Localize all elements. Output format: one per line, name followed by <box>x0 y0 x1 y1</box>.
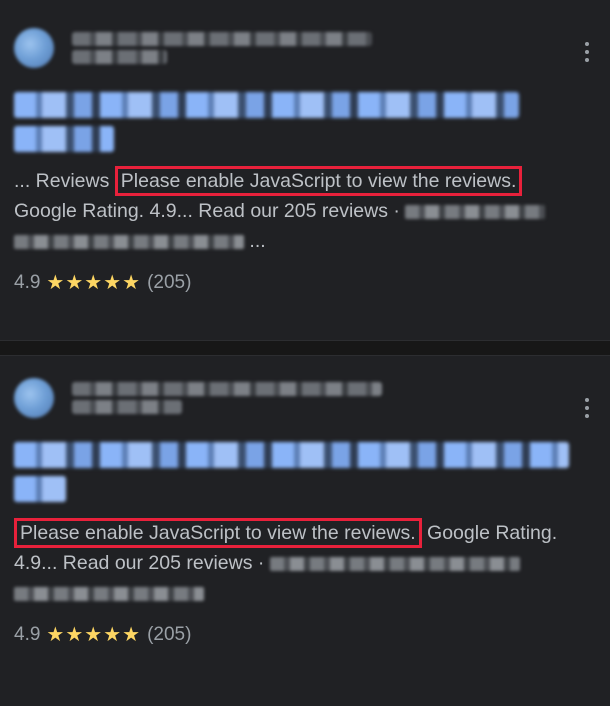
result-title-redacted[interactable] <box>14 442 596 502</box>
snippet-text: ... Reviews <box>14 170 110 192</box>
rating-row: 4.9 ★★★★★ (205) <box>14 270 596 295</box>
rating-value: 4.9 <box>14 271 41 293</box>
result-snippet: ... Reviews Please enable JavaScript to … <box>14 166 596 256</box>
site-header[interactable] <box>14 28 596 78</box>
redacted-text <box>14 234 244 249</box>
site-favicon <box>14 378 54 418</box>
highlighted-message: Please enable JavaScript to view the rev… <box>114 166 523 196</box>
site-name-url <box>72 28 372 68</box>
snippet-text: 4.9... Read our 205 reviews · <box>14 552 265 574</box>
more-vert-icon[interactable] <box>584 398 590 418</box>
more-vert-icon[interactable] <box>584 42 590 62</box>
rating-row: 4.9 ★★★★★ (205) <box>14 622 596 647</box>
site-header[interactable] <box>14 378 596 428</box>
site-url-redacted <box>72 400 182 414</box>
site-name-redacted <box>72 32 372 46</box>
snippet-text: Google Rating. <box>427 522 558 544</box>
result-title-redacted[interactable] <box>14 92 596 152</box>
result-snippet: Please enable JavaScript to view the rev… <box>14 518 596 608</box>
rating-value: 4.9 <box>14 623 41 645</box>
redacted-text <box>14 586 204 601</box>
review-count: (205) <box>147 623 192 645</box>
review-count: (205) <box>147 271 192 293</box>
search-result: Please enable JavaScript to view the rev… <box>0 356 610 706</box>
site-url-redacted <box>72 50 167 64</box>
search-result: ... Reviews Please enable JavaScript to … <box>0 0 610 340</box>
site-favicon <box>14 28 54 68</box>
star-icon: ★★★★★ <box>46 272 142 294</box>
site-name-redacted <box>72 382 382 396</box>
star-icon: ★★★★★ <box>46 624 142 646</box>
result-divider <box>0 340 610 356</box>
snippet-text: Google Rating. 4.9... Read our 205 revie… <box>14 200 400 222</box>
highlighted-message: Please enable JavaScript to view the rev… <box>14 518 422 548</box>
snippet-text: ... <box>249 230 266 252</box>
redacted-text <box>405 204 546 219</box>
site-name-url <box>72 378 382 418</box>
redacted-text <box>269 556 520 571</box>
